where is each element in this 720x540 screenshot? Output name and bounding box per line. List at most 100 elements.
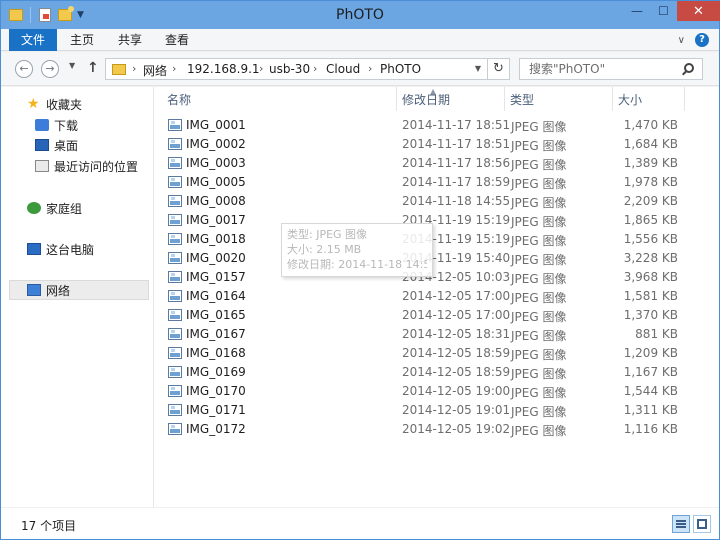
homegroup-icon xyxy=(27,202,41,214)
file-date: 2014-11-17 18:51 xyxy=(402,137,511,151)
item-count: 17 个项目 xyxy=(21,519,77,533)
jpeg-image-icon xyxy=(168,176,182,188)
sidebar-item-network[interactable]: 网络 xyxy=(9,280,149,300)
file-row[interactable]: IMG_0171 2014-12-05 19:01 JPEG 图像 1,311 KB xyxy=(161,401,691,420)
column-header-name[interactable]: 名称 xyxy=(167,91,191,108)
file-type: JPEG 图像 xyxy=(511,215,567,229)
file-name: IMG_0003 xyxy=(186,156,246,170)
jpeg-image-icon xyxy=(168,404,182,416)
breadcrumb-photo[interactable]: PhOTO xyxy=(380,62,421,76)
help-button[interactable]: ? xyxy=(695,33,709,47)
sidebar-item-downloads[interactable]: 下载 xyxy=(1,115,151,135)
breadcrumb-separator[interactable]: › xyxy=(368,62,372,75)
column-resize-handle[interactable] xyxy=(396,87,397,111)
jpeg-image-icon xyxy=(168,138,182,150)
sidebar-item-label: 网络 xyxy=(46,283,71,298)
tab-home[interactable]: 主页 xyxy=(63,29,101,51)
file-date: 2014-12-05 18:31 xyxy=(402,327,511,341)
jpeg-image-icon xyxy=(168,195,182,207)
details-view-button[interactable] xyxy=(672,515,690,533)
close-button[interactable]: ✕ xyxy=(677,1,720,21)
tooltip-date: 修改日期: 2014-11-18 14:55 xyxy=(287,258,427,271)
large-icons-view-button[interactable] xyxy=(693,515,711,533)
file-type: JPEG 图像 xyxy=(511,367,567,381)
column-resize-handle[interactable] xyxy=(612,87,613,111)
file-date: 2014-12-05 19:02 xyxy=(402,422,511,436)
breadcrumb-separator[interactable]: › xyxy=(132,62,136,75)
sidebar-item-label: 家庭组 xyxy=(46,201,83,216)
file-row[interactable]: IMG_0005 2014-11-17 18:59 JPEG 图像 1,978 KB xyxy=(161,173,691,192)
jpeg-image-icon xyxy=(168,423,182,435)
jpeg-image-icon xyxy=(168,309,182,321)
tab-view[interactable]: 查看 xyxy=(158,29,196,51)
search-input[interactable] xyxy=(520,59,680,79)
file-row[interactable]: IMG_0167 2014-12-05 18:31 JPEG 图像 881 KB xyxy=(161,325,691,344)
tab-share[interactable]: 共享 xyxy=(111,29,149,51)
minimize-button[interactable]: — xyxy=(624,1,650,21)
forward-button[interactable]: → xyxy=(41,60,59,78)
file-row[interactable]: IMG_0002 2014-11-17 18:51 JPEG 图像 1,684 KB xyxy=(161,135,691,154)
file-size: 1,684 KB xyxy=(623,137,678,151)
file-name: IMG_0164 xyxy=(186,289,246,303)
ribbon-controls: ∨ ? xyxy=(678,33,709,47)
jpeg-image-icon xyxy=(168,347,182,359)
refresh-button[interactable]: ↻ xyxy=(488,58,510,80)
file-row[interactable]: IMG_0164 2014-12-05 17:00 JPEG 图像 1,581 KB xyxy=(161,287,691,306)
desktop-icon xyxy=(35,139,49,151)
file-row[interactable]: IMG_0170 2014-12-05 19:00 JPEG 图像 1,544 KB xyxy=(161,382,691,401)
pane-divider[interactable] xyxy=(153,87,154,507)
file-row[interactable]: IMG_0008 2014-11-18 14:55 JPEG 图像 2,209 KB xyxy=(161,192,691,211)
sidebar-item-favorites[interactable]: ★ 收藏夹 xyxy=(1,94,151,114)
address-history-button[interactable]: ▼ xyxy=(475,64,481,73)
file-row[interactable]: IMG_0172 2014-12-05 19:02 JPEG 图像 1,116 KB xyxy=(161,420,691,439)
column-header-type[interactable]: 类型 xyxy=(510,91,534,108)
expand-ribbon-button[interactable]: ∨ xyxy=(678,35,685,46)
jpeg-image-icon xyxy=(168,290,182,302)
sidebar-item-desktop[interactable]: 桌面 xyxy=(1,135,151,155)
breadcrumb-network[interactable]: 网络 xyxy=(143,62,167,79)
search-box[interactable] xyxy=(519,58,703,80)
column-header-date[interactable]: 修改日期 xyxy=(402,91,450,108)
file-row[interactable]: IMG_0168 2014-12-05 18:59 JPEG 图像 1,209 KB xyxy=(161,344,691,363)
file-row[interactable]: IMG_0001 2014-11-17 18:51 JPEG 图像 1,470 KB xyxy=(161,116,691,135)
window-title: PhOTO xyxy=(336,7,384,23)
sidebar-item-label: 收藏夹 xyxy=(46,97,83,112)
file-type: JPEG 图像 xyxy=(511,272,567,286)
file-size: 2,209 KB xyxy=(623,194,678,208)
file-type: JPEG 图像 xyxy=(511,158,567,172)
column-resize-handle[interactable] xyxy=(684,87,685,111)
breadcrumb-share[interactable]: usb-30 xyxy=(269,62,310,76)
sidebar-item-recent-places[interactable]: 最近访问的位置 xyxy=(1,156,151,176)
column-headers: ▲ 名称 修改日期 类型 大小 xyxy=(154,87,714,111)
column-resize-handle[interactable] xyxy=(504,87,505,111)
back-button[interactable]: ← xyxy=(15,60,33,78)
folder-icon xyxy=(112,64,126,75)
tab-file[interactable]: 文件 xyxy=(9,29,57,51)
breadcrumb-host[interactable]: 192.168.9.1 xyxy=(187,62,260,76)
breadcrumb-cloud[interactable]: Cloud xyxy=(326,62,360,76)
tooltip-size: 大小: 2.15 MB xyxy=(287,243,362,256)
file-name: IMG_0171 xyxy=(186,403,246,417)
file-type: JPEG 图像 xyxy=(511,386,567,400)
search-icon[interactable] xyxy=(684,63,694,73)
file-name: IMG_0170 xyxy=(186,384,246,398)
breadcrumb-separator[interactable]: › xyxy=(259,62,263,75)
sidebar-item-this-pc[interactable]: 这台电脑 xyxy=(1,239,151,259)
address-bar[interactable]: › 网络 › 192.168.9.1 › usb-30 › Cloud › Ph… xyxy=(105,58,488,80)
column-header-size[interactable]: 大小 xyxy=(618,91,642,108)
sidebar-item-homegroup[interactable]: 家庭组 xyxy=(1,198,151,218)
file-size: 1,116 KB xyxy=(623,422,678,436)
explorer-window: ▼ PhOTO — ☐ ✕ 文件 主页 共享 查看 ∨ ? ← → ▼ ↑ › … xyxy=(0,0,720,540)
file-row[interactable]: IMG_0003 2014-11-17 18:56 JPEG 图像 1,389 KB xyxy=(161,154,691,173)
file-size: 1,556 KB xyxy=(623,232,678,246)
breadcrumb-separator[interactable]: › xyxy=(313,62,317,75)
file-size: 1,581 KB xyxy=(623,289,678,303)
file-row[interactable]: IMG_0165 2014-12-05 17:00 JPEG 图像 1,370 KB xyxy=(161,306,691,325)
file-type: JPEG 图像 xyxy=(511,234,567,248)
up-button[interactable]: ↑ xyxy=(87,60,99,76)
maximize-button[interactable]: ☐ xyxy=(651,1,676,21)
recent-locations-button[interactable]: ▼ xyxy=(69,61,75,70)
file-date: 2014-12-05 19:00 xyxy=(402,384,511,398)
file-row[interactable]: IMG_0169 2014-12-05 18:59 JPEG 图像 1,167 KB xyxy=(161,363,691,382)
breadcrumb-separator[interactable]: › xyxy=(172,62,176,75)
